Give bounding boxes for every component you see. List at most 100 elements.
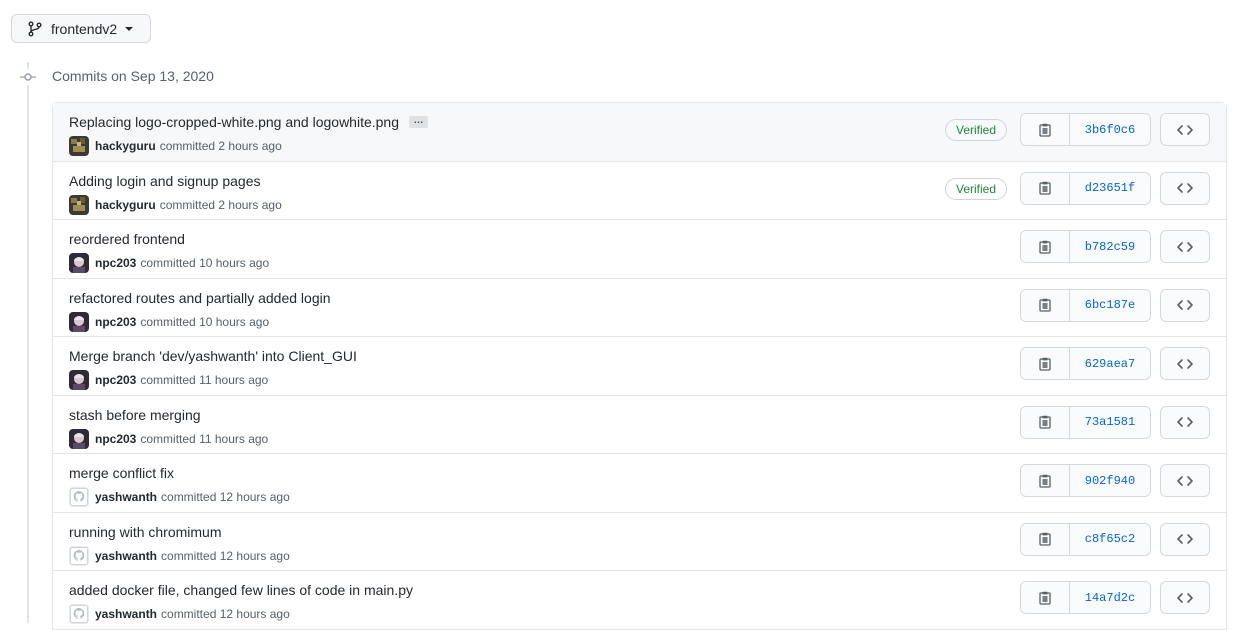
commit-title-wrap: added docker file, changed few lines of … (69, 582, 413, 598)
avatar[interactable] (69, 194, 89, 215)
clipboard-icon[interactable] (1021, 406, 1070, 438)
clipboard-icon[interactable] (1021, 172, 1070, 204)
commit-action: committed (140, 314, 196, 329)
commit-time: 11 hours ago (199, 373, 269, 387)
author-link[interactable]: hackyguru (95, 198, 156, 212)
commit-title-link[interactable]: Merge branch 'dev/yashwanth' into Client… (69, 348, 357, 364)
commit-meta: npc203 committed 10 hours ago (69, 311, 269, 332)
branch-select-button[interactable]: frontendv2 (11, 14, 151, 43)
code-icon[interactable] (1160, 405, 1210, 439)
code-icon[interactable] (1160, 171, 1210, 205)
commit-meta: hackyguru committed 2 hours ago (69, 194, 282, 215)
commit-meta: npc203 committed 11 hours ago (69, 428, 268, 449)
commit-title-wrap: refactored routes and partially added lo… (69, 290, 331, 306)
commit-title-wrap: running with chromimum (69, 524, 222, 540)
avatar[interactable] (69, 370, 89, 390)
clipboard-icon[interactable] (1021, 289, 1070, 321)
commit-sha-link[interactable]: 14a7d2c (1070, 582, 1150, 613)
commit-row: Merge branch 'dev/yashwanth' into Client… (53, 337, 1226, 396)
code-icon[interactable] (1160, 464, 1210, 497)
commit-sha-link[interactable]: b782c59 (1070, 231, 1150, 262)
commit-title-wrap: Adding login and signup pages (69, 173, 261, 189)
avatar[interactable] (69, 311, 89, 332)
commit-sha-link[interactable]: 902f940 (1070, 465, 1150, 496)
clipboard-icon[interactable] (1021, 114, 1070, 145)
author-link[interactable]: npc203 (95, 315, 136, 329)
commit-title-link[interactable]: stash before merging (69, 407, 201, 423)
author-link[interactable]: yashwanth (95, 490, 157, 504)
commit-sha-link[interactable]: 73a1581 (1070, 407, 1150, 438)
sha-button-group: 6bc187e (1020, 288, 1151, 322)
commit-meta: yashwanth committed 12 hours ago (69, 487, 290, 507)
timeline-line (27, 62, 29, 623)
git-branch-icon (28, 21, 42, 37)
code-icon[interactable] (1160, 288, 1210, 322)
sha-button-group: d23651f (1020, 171, 1151, 205)
commit-row: Replacing logo-cropped-white.png and log… (53, 103, 1226, 162)
author-link[interactable]: yashwanth (95, 549, 157, 563)
branch-name: frontendv2 (51, 20, 118, 37)
author-link[interactable]: npc203 (95, 256, 136, 270)
verified-badge[interactable]: Verified (945, 177, 1007, 200)
clipboard-icon[interactable] (1021, 523, 1070, 555)
git-commit-icon (20, 69, 36, 85)
sha-button-group: 73a1581 (1020, 405, 1151, 439)
avatar[interactable] (69, 428, 89, 449)
commit-title-link[interactable]: merge conflict fix (69, 465, 174, 481)
commit-row: added docker file, changed few lines of … (53, 571, 1226, 630)
commit-title-link[interactable]: Adding login and signup pages (69, 173, 261, 189)
commit-row: reordered frontend npc203 committed 10 hou… (53, 220, 1226, 279)
commit-row: stash before merging npc203 committed 11 h… (53, 395, 1226, 454)
commit-sha-link[interactable]: 3b6f0c6 (1070, 114, 1150, 145)
commit-meta: hackyguru committed 2 hours ago (69, 136, 282, 156)
clipboard-icon[interactable] (1021, 582, 1070, 613)
avatar[interactable] (69, 487, 89, 507)
commit-list: Replacing logo-cropped-white.png and log… (52, 102, 1227, 630)
commit-sha-link[interactable]: d23651f (1070, 173, 1150, 204)
code-icon[interactable] (1160, 581, 1210, 614)
sha-button-group: c8f65c2 (1020, 522, 1151, 556)
commit-title-wrap: stash before merging (69, 407, 201, 423)
avatar[interactable] (69, 253, 89, 273)
commit-title-link[interactable]: added docker file, changed few lines of … (69, 582, 413, 598)
author-link[interactable]: yashwanth (95, 607, 157, 621)
commit-title-link[interactable]: refactored routes and partially added lo… (69, 290, 331, 306)
commit-title-link[interactable]: reordered frontend (69, 231, 185, 247)
sha-button-group: 902f940 (1020, 464, 1151, 497)
code-icon[interactable] (1160, 522, 1210, 556)
commit-time: 2 hours ago (218, 197, 282, 212)
expand-message-button[interactable]: … (409, 115, 429, 128)
verified-badge[interactable]: Verified (945, 119, 1007, 141)
commit-row: refactored routes and partially added lo… (53, 278, 1226, 337)
commit-title-wrap: reordered frontend (69, 231, 185, 247)
author-link[interactable]: npc203 (95, 432, 136, 446)
avatar[interactable] (69, 545, 89, 566)
commit-sha-link[interactable]: 629aea7 (1070, 348, 1150, 379)
author-link[interactable]: hackyguru (95, 139, 156, 153)
avatar[interactable] (69, 604, 89, 624)
code-icon[interactable] (1160, 347, 1210, 380)
commit-time: 12 hours ago (219, 607, 290, 621)
commits-date-heading: Commits on Sep 13, 2020 (52, 68, 214, 84)
avatar[interactable] (69, 136, 89, 156)
commit-title-link[interactable]: running with chromimum (69, 524, 222, 540)
code-icon[interactable] (1160, 230, 1210, 263)
commit-sha-link[interactable]: c8f65c2 (1070, 524, 1150, 555)
commit-action: committed (161, 607, 217, 621)
commit-meta: yashwanth committed 12 hours ago (69, 604, 290, 624)
clipboard-icon[interactable] (1021, 348, 1070, 379)
commit-meta: npc203 committed 10 hours ago (69, 253, 269, 273)
author-link[interactable]: npc203 (95, 373, 136, 387)
commit-action: committed (161, 548, 217, 563)
commit-title-link[interactable]: Replacing logo-cropped-white.png and log… (69, 114, 399, 130)
sha-button-group: 629aea7 (1020, 347, 1151, 380)
commit-time: 12 hours ago (219, 490, 290, 504)
commit-meta: yashwanth committed 12 hours ago (69, 545, 290, 566)
commit-sha-link[interactable]: 6bc187e (1070, 290, 1150, 321)
commit-action: committed (140, 373, 196, 387)
code-icon[interactable] (1160, 113, 1210, 146)
sha-button-group: 14a7d2c (1020, 581, 1151, 614)
commit-action: committed (161, 490, 217, 504)
clipboard-icon[interactable] (1021, 465, 1070, 496)
clipboard-icon[interactable] (1021, 231, 1070, 262)
